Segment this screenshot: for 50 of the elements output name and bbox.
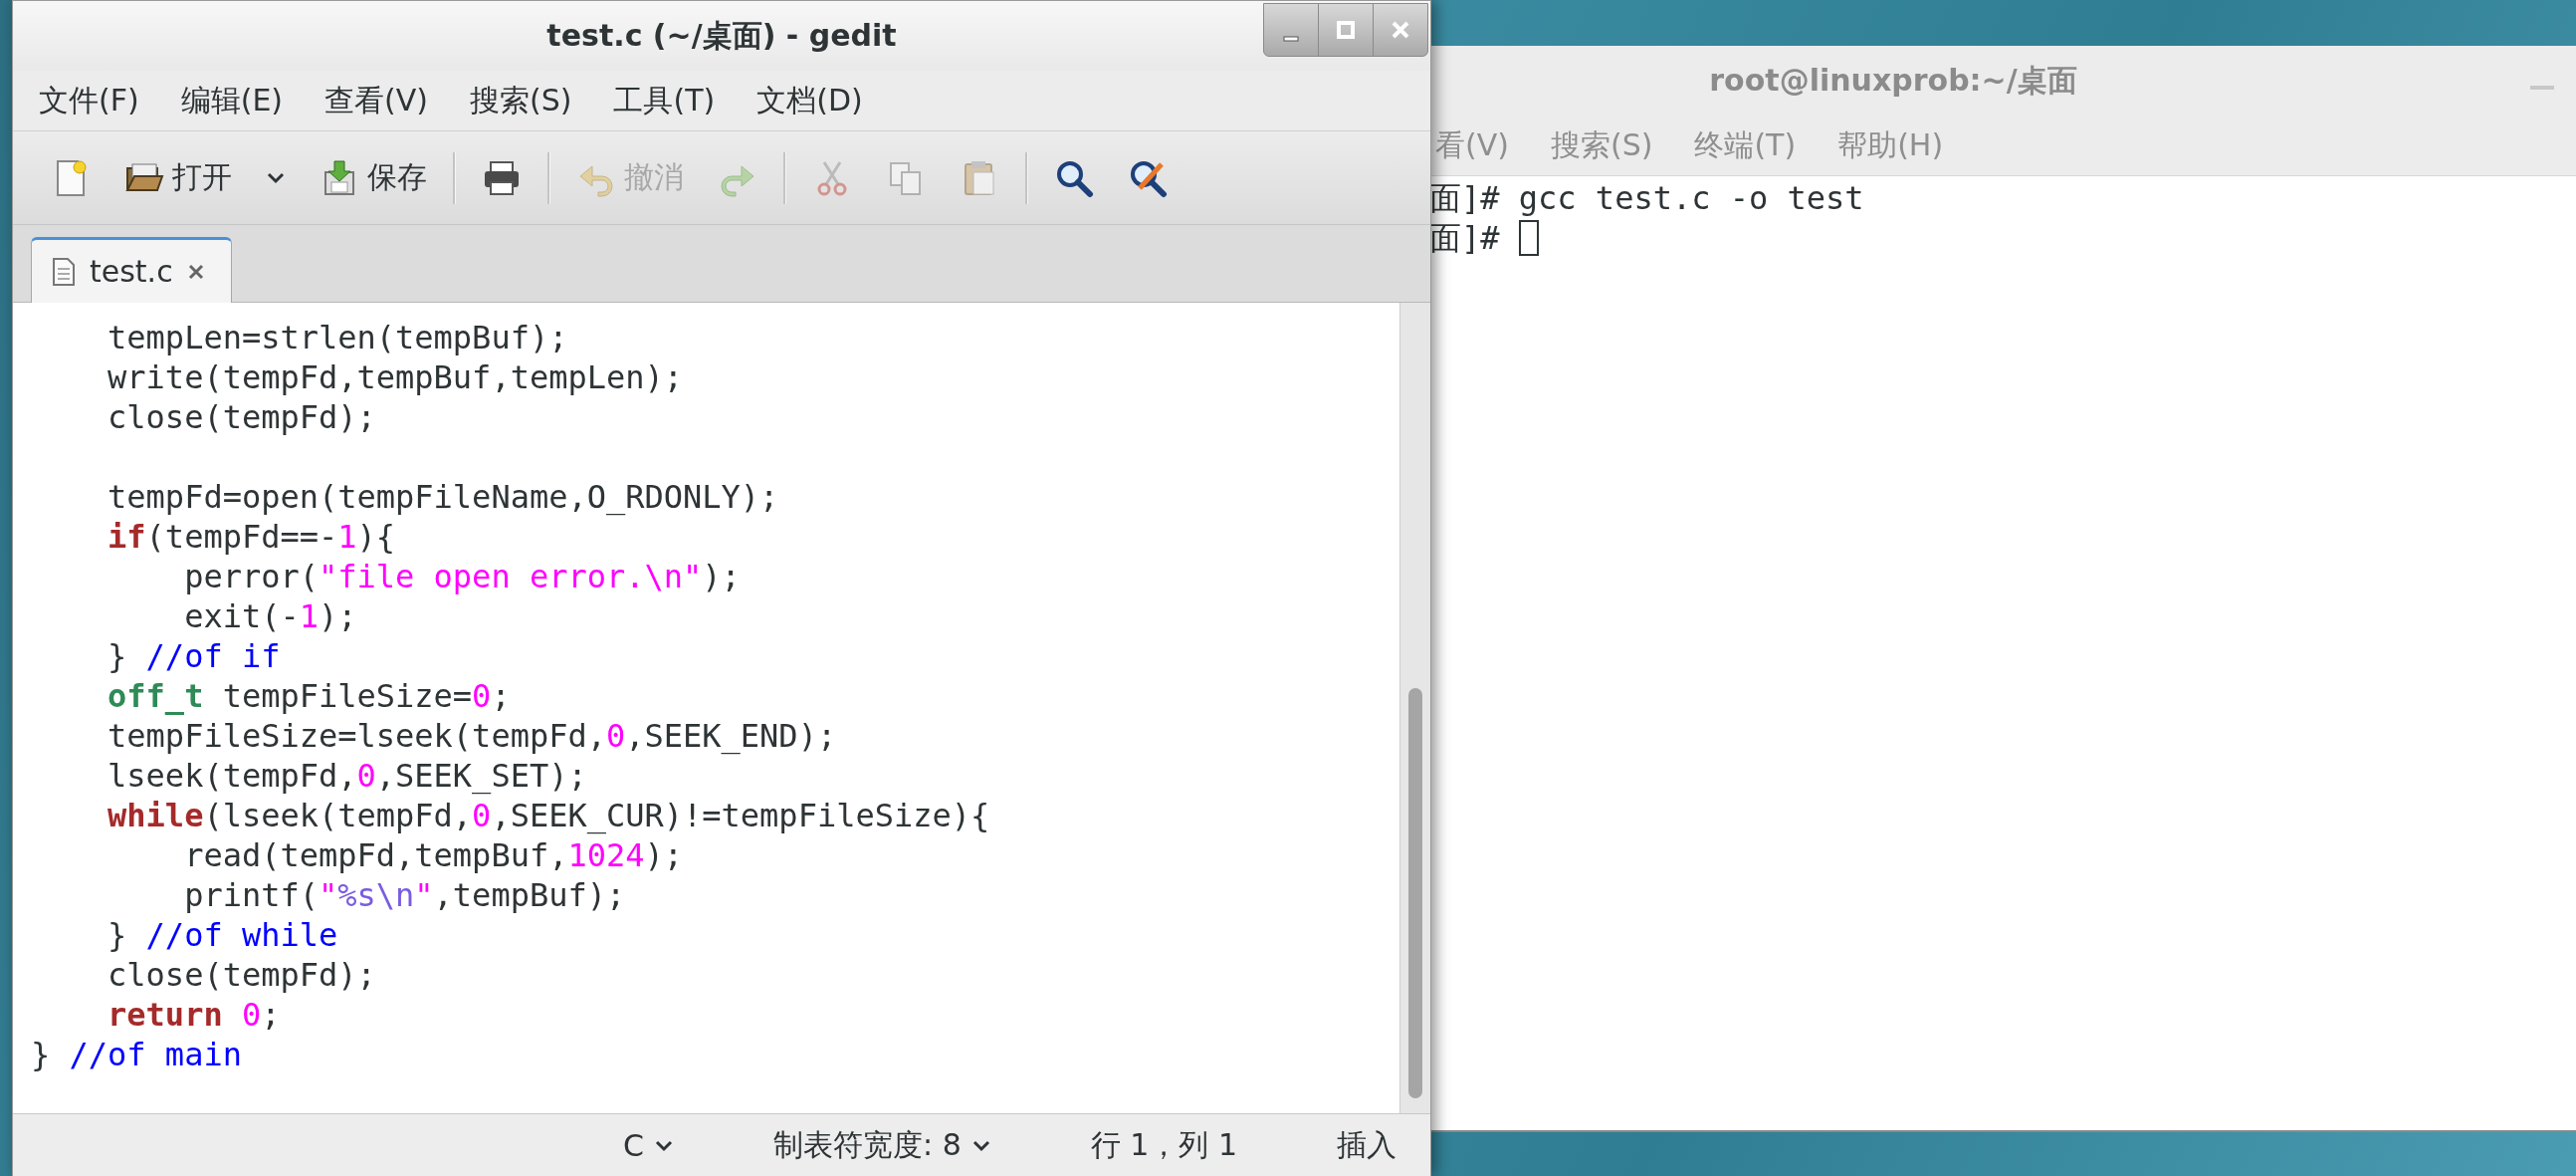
close-icon [1391,20,1410,40]
chevron-down-icon [266,170,286,185]
menu-item[interactable]: 文档(D) [751,76,869,125]
code-line: perror("file open error.\n"); [183,557,742,596]
chevron-down-icon [970,1138,991,1153]
maximize-button[interactable] [1318,3,1374,57]
code-line: tempFd=open(tempFileName,O_RDONLY); [107,477,780,517]
code-line: while(lseek(tempFd,0,SEEK_CUR)!=tempFileSize){ [107,796,991,835]
code-line: } //of if [107,636,282,676]
chevron-down-icon [654,1138,674,1153]
close-icon[interactable] [186,262,205,281]
code-line: write(tempFd,tempBuf,tempLen); [107,357,685,397]
code-editor[interactable] [13,303,1430,1113]
terminal-line: 面]# [1429,218,1501,258]
code-line: return 0; [107,995,282,1035]
status-text: 插入 [1337,1126,1396,1164]
tab-label: test.c [90,254,173,289]
code-line: close(tempFd); [107,397,377,437]
menu-item[interactable]: 搜索(S) [464,76,578,125]
code-line: off_t tempFileSize=0; [107,676,512,716]
toolbar-button[interactable]: 保存 [312,151,435,204]
window-title: root@linuxprob:~/桌面 [1709,61,2077,100]
status-dropdown[interactable]: 制表符宽度: 8 [773,1125,991,1166]
maximize-icon [1336,20,1356,40]
minimize-icon [1283,36,1299,42]
code-line: } //of while [107,915,339,955]
code-line: printf("%s\n",tempBuf); [183,875,627,915]
window-title: test.c (~/桌面) - gedit [546,16,897,55]
document-tab[interactable]: test.c [31,237,232,303]
code-line: read(tempFd,tempBuf,1024); [183,835,685,875]
document-icon [52,256,76,287]
menu-item[interactable]: 文件(F) [33,76,145,125]
menu-item[interactable]: 工具(T) [607,76,722,125]
code-line: tempLen=strlen(tempBuf); [107,318,569,357]
terminal-line: 面]# gcc test.c -o test [1429,178,1864,218]
status-dropdown[interactable]: C [623,1128,674,1163]
status-text: 行 1，列 1 [1090,1126,1237,1164]
scrollbar[interactable] [1399,303,1430,1113]
toolbar-button[interactable]: 打开 [116,151,240,204]
code-line: lseek(tempFd,0,SEEK_SET); [107,756,588,796]
code-line: } //of main [31,1035,243,1074]
close-button[interactable] [1373,3,1428,57]
menu-item[interactable]: 编辑(E) [174,76,290,125]
code-line: if(tempFd==-1){ [107,517,397,557]
scrollbar-thumb[interactable] [1408,688,1422,1098]
code-line: tempFileSize=lseek(tempFd,0,SEEK_END); [107,716,838,756]
code-line: exit(-1); [183,596,358,636]
minimize-button[interactable] [1263,3,1319,57]
code-line: close(tempFd); [107,955,377,995]
menu-item[interactable]: 查看(V) [319,76,434,125]
